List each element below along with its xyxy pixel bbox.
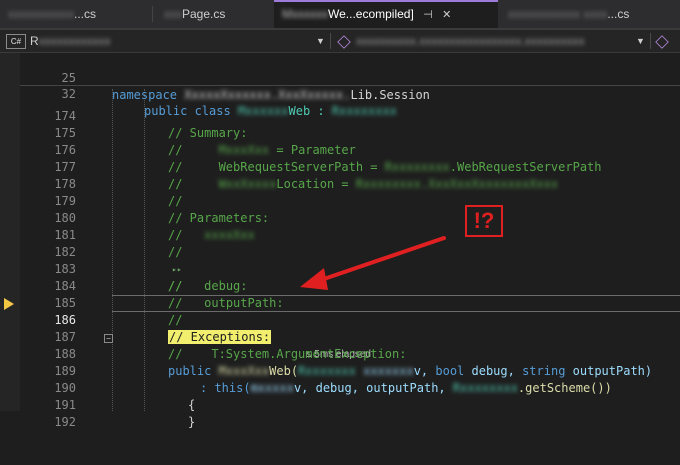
annotation-label: !?	[465, 205, 503, 237]
annotation-arrow	[300, 236, 446, 290]
